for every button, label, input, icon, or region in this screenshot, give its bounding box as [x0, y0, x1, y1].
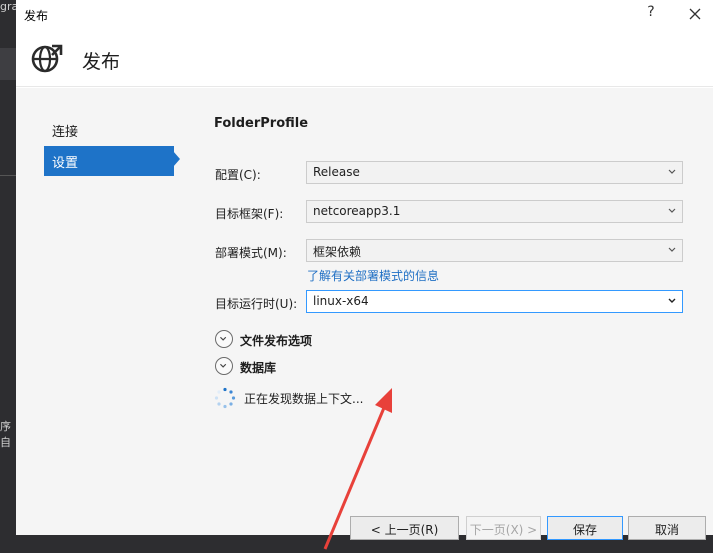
nav-item-settings[interactable]: 设置 [44, 146, 174, 176]
configuration-value: Release [313, 165, 360, 179]
background-ide-divider [0, 175, 16, 176]
file-publish-options-label: 文件发布选项 [240, 334, 313, 348]
dialog-header: 发布 [16, 30, 713, 87]
next-page-button[interactable]: 下一页(X) > [466, 516, 541, 540]
deployment-mode-label: 部署模式(M): [215, 246, 287, 260]
title-bar: 发布 ? [16, 0, 713, 30]
background-ide-panel [0, 48, 16, 80]
expand-chevron-icon [215, 357, 233, 375]
publish-dialog: 发布 ? 发布 连接 设置 FolderProfile 配置(C): Relea… [16, 0, 713, 550]
deployment-mode-value: 框架依赖 [313, 245, 362, 259]
dialog-body: 连接 设置 FolderProfile 配置(C): Release 目标框架(… [16, 88, 713, 550]
background-ide-strip: gra 序自 [0, 0, 18, 535]
configuration-select[interactable]: Release [306, 161, 683, 184]
close-icon[interactable] [684, 3, 706, 25]
target-framework-value: netcoreapp3.1 [313, 204, 401, 218]
chevron-down-icon [668, 298, 676, 303]
target-runtime-label: 目标运行时(U): [215, 297, 298, 311]
save-button[interactable]: 保存 [547, 516, 623, 540]
background-ide-text: 序自 [0, 420, 11, 449]
profile-title: FolderProfile [214, 116, 309, 131]
deployment-mode-select[interactable]: 框架依赖 [306, 239, 683, 262]
deployment-mode-help-link[interactable]: 了解有关部署模式的信息 [307, 267, 439, 284]
nav-item-connection[interactable]: 连接 [44, 115, 174, 145]
target-framework-select[interactable]: netcoreapp3.1 [306, 200, 683, 223]
loading-spinner-icon [214, 387, 236, 409]
target-runtime-select[interactable]: linux-x64 [306, 290, 683, 313]
target-runtime-value: linux-x64 [313, 294, 369, 308]
target-framework-label: 目标框架(F): [215, 207, 284, 221]
help-button[interactable]: ? [642, 4, 660, 24]
chevron-down-icon [668, 208, 676, 213]
previous-page-button[interactable]: < 上一页(R) [350, 516, 459, 540]
chevron-down-icon [668, 247, 676, 252]
header-title: 发布 [82, 51, 121, 73]
chevron-down-icon [668, 169, 676, 174]
window-title: 发布 [24, 9, 49, 23]
configuration-label: 配置(C): [215, 168, 261, 182]
nav-active-pointer [173, 151, 180, 167]
cancel-button[interactable]: 取消 [628, 516, 706, 540]
globe-publish-icon [31, 44, 63, 73]
database-label: 数据库 [240, 361, 277, 375]
expand-chevron-icon [215, 330, 233, 348]
